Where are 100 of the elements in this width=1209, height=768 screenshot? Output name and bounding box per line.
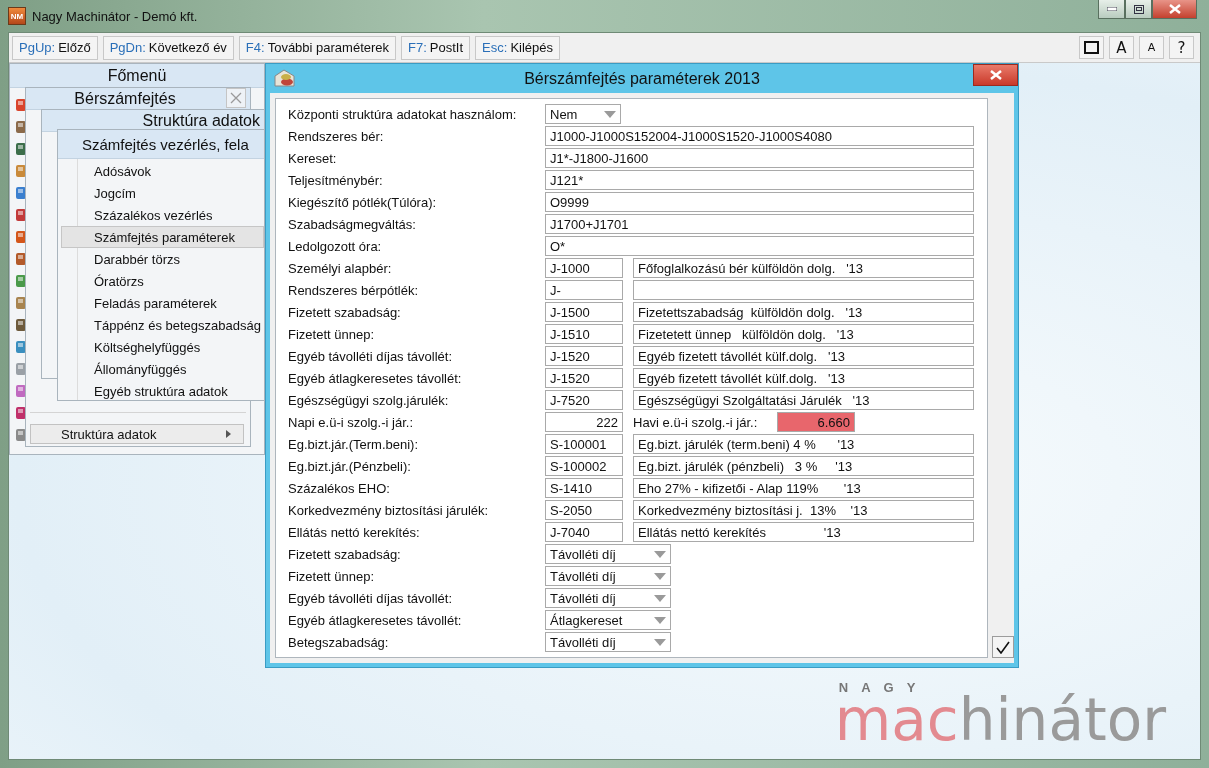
number-field[interactable]: 222 [545, 412, 623, 432]
select-field[interactable]: Nem [545, 104, 621, 124]
description-field[interactable]: Eg.bizt. járulék (term.beni) 4 % '13 [633, 434, 974, 454]
menu-item[interactable]: Óratörzs [61, 270, 264, 292]
menu-item[interactable]: Költséghelyfüggés [61, 336, 264, 358]
panel-title: Struktúra adatok [42, 110, 264, 132]
toolbar-button[interactable]: F7: PostIt [401, 35, 471, 60]
input-field[interactable]: O* [545, 236, 974, 256]
module-icon[interactable] [16, 406, 26, 420]
font-smaller-button[interactable]: A [1139, 36, 1164, 59]
field-label: Százalékos EHO: [288, 480, 391, 496]
input-field[interactable]: J1700+J1701 [545, 214, 974, 234]
module-icon[interactable] [16, 296, 26, 310]
module-icon[interactable] [16, 208, 26, 222]
select-field[interactable]: Távolléti díj [545, 588, 671, 608]
menu-item[interactable]: Adósávok [61, 160, 264, 182]
description-field[interactable]: Ellátás nettó kerekítés '13 [633, 522, 974, 542]
toolbar-button[interactable]: PgDn: Következő év [102, 35, 234, 60]
description-field[interactable]: Korkedvezmény biztosítási j. 13% '13 [633, 500, 974, 520]
dropdown-arrow-icon [654, 616, 666, 624]
field-label: Eg.bizt.jár.(Term.beni): [288, 436, 420, 452]
dialog-title: Bérszámfejtés paraméterek 2013 [524, 69, 760, 88]
select-field[interactable]: Távolléti díj [545, 544, 671, 564]
field-label: Egyéb átlagkeresetes távollét: [288, 612, 463, 628]
menu-item[interactable]: Százalékos vezérlés [61, 204, 264, 226]
module-icon[interactable] [16, 120, 26, 134]
module-icon[interactable] [16, 318, 26, 332]
select-field[interactable]: Távolléti díj [545, 566, 671, 586]
menu-item[interactable]: Jogcím [61, 182, 264, 204]
close-button[interactable] [973, 64, 1018, 86]
toolbar-button[interactable]: F4: További paraméterek [238, 35, 397, 60]
number-field[interactable]: 6.660 [777, 412, 855, 432]
dropdown-arrow-icon [654, 572, 666, 580]
description-field[interactable]: Fizetettszabadság külföldön dolg. '13 [633, 302, 974, 322]
module-icon[interactable] [16, 142, 26, 156]
select-field[interactable]: Távolléti díj [545, 632, 671, 652]
field-label: Egyéb távolléti díjas távollét: [288, 590, 454, 606]
select-field[interactable]: Átlagkereset [545, 610, 671, 630]
text-button[interactable]: A [1109, 36, 1134, 59]
description-field[interactable]: Fizetetett ünnep külföldön dolg. '13 [633, 324, 974, 344]
field-label: Eg.bizt.jár.(Pénzbeli): [288, 458, 412, 474]
minimize-button[interactable] [1098, 0, 1125, 19]
field-label: Kiegészítő pótlék(Túlóra): [288, 194, 438, 210]
code-field[interactable]: S-2050 [545, 500, 623, 520]
code-field[interactable]: J-1000 [545, 258, 623, 278]
field-label: Fizetett ünnep: [288, 326, 375, 342]
module-icon[interactable] [16, 98, 26, 112]
description-field[interactable]: Egészségügyi Szolgáltatási Járulék '13 [633, 390, 974, 410]
code-field[interactable]: J-1510 [545, 324, 623, 344]
envelope-icon [274, 68, 296, 88]
dropdown-arrow-icon [654, 638, 666, 646]
code-field[interactable]: S-100001 [545, 434, 623, 454]
description-field[interactable]: Eho 27% - kifizetői - Alap 119% '13 [633, 478, 974, 498]
description-field[interactable]: Főfoglalkozású bér külföldön dolg. '13 [633, 258, 974, 278]
field-label: Szabadságmegváltás: [288, 216, 417, 232]
maximize-button[interactable] [1125, 0, 1152, 19]
field-label: Fizetett szabadság: [288, 304, 402, 320]
menu-item[interactable]: Struktúra adatok [30, 424, 244, 444]
description-field[interactable]: Egyéb fizetett távollét külf.dolg. '13 [633, 368, 974, 388]
input-field[interactable]: J121* [545, 170, 974, 190]
menu-item[interactable]: Feladás paraméterek [61, 292, 264, 314]
description-field[interactable] [633, 280, 974, 300]
description-field[interactable]: Egyéb fizetett távollét külf.dolg. '13 [633, 346, 974, 366]
code-field[interactable]: J-7040 [545, 522, 623, 542]
field-label: Rendszeres bér: [288, 128, 385, 144]
field-label: Betegszabadság: [288, 634, 390, 650]
toolbar-button[interactable]: Esc: Kilépés [475, 35, 561, 60]
input-field[interactable]: O9999 [545, 192, 974, 212]
module-icon[interactable] [16, 230, 26, 244]
window-title: Nagy Machinátor - Demó kft. [32, 8, 198, 24]
module-icon[interactable] [16, 164, 26, 178]
field-label: Havi e.ü-i szolg.-i jár.: [633, 414, 759, 430]
code-field[interactable]: J-1500 [545, 302, 623, 322]
square-icon [1084, 41, 1099, 54]
window-mode-button[interactable] [1079, 36, 1104, 59]
module-icon[interactable] [16, 186, 26, 200]
module-icon[interactable] [16, 252, 26, 266]
toolbar-button[interactable]: PgUp: Előző [12, 35, 98, 60]
module-icon[interactable] [16, 428, 26, 442]
text-button[interactable]: ? [1169, 36, 1194, 59]
menu-item[interactable]: Darabbér törzs [61, 248, 264, 270]
module-icon[interactable] [16, 274, 26, 288]
close-button[interactable] [1152, 0, 1197, 19]
menu-item[interactable]: Számfejtés paraméterek [61, 226, 264, 248]
menu-item[interactable]: Táppénz és betegszabadság [61, 314, 264, 336]
input-field[interactable]: J1000-J1000S152004-J1000S1520-J1000S4080 [545, 126, 974, 146]
module-icon[interactable] [16, 384, 26, 398]
code-field[interactable]: S-1410 [545, 478, 623, 498]
description-field[interactable]: Eg.bizt. járulék (pénzbeli) 3 % '13 [633, 456, 974, 476]
menu-item[interactable]: Állományfüggés [61, 358, 264, 380]
code-field[interactable]: J-1520 [545, 346, 623, 366]
input-field[interactable]: J1*-J1800-J1600 [545, 148, 974, 168]
field-label: Központi struktúra adatokat használom: [288, 106, 518, 122]
confirm-button[interactable] [992, 636, 1014, 658]
code-field[interactable]: J-1520 [545, 368, 623, 388]
code-field[interactable]: S-100002 [545, 456, 623, 476]
module-icon[interactable] [16, 340, 26, 354]
menu-item[interactable]: Egyéb struktúra adatok [61, 380, 264, 400]
code-field[interactable]: J- [545, 280, 623, 300]
code-field[interactable]: J-7520 [545, 390, 623, 410]
